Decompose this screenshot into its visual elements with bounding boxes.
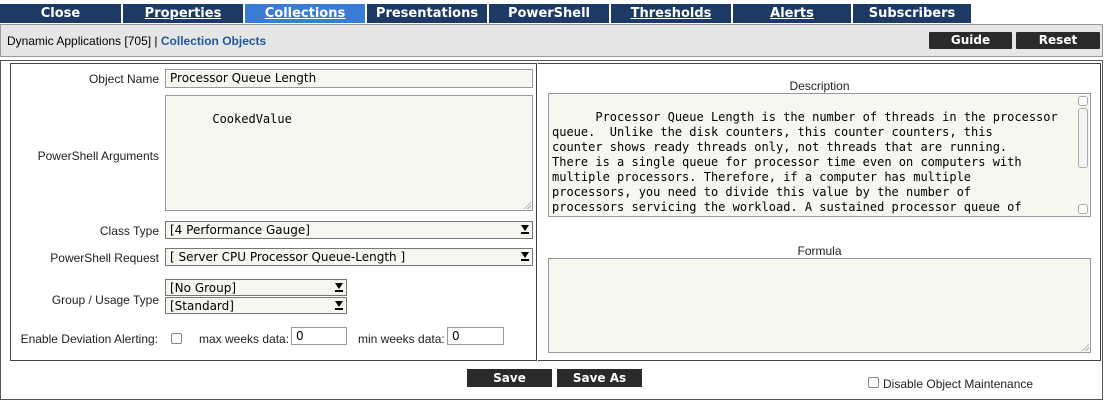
class-type-select[interactable]: [4 Performance Gauge] [165,221,533,239]
object-form: Object Name Processor Queue Length Power… [10,63,537,361]
tab-subscribers[interactable]: Subscribers [853,4,973,23]
tab-alerts-label: Alerts [770,6,814,21]
breadcrumb-current: Collection Objects [160,34,267,48]
main-panel: Object Name Processor Queue Length Power… [0,60,1103,400]
scroll-down-icon[interactable] [1078,204,1088,214]
description-textarea[interactable]: Processor Queue Length is the number of … [548,93,1091,217]
max-weeks-input[interactable]: 0 [291,327,347,345]
reset-button[interactable]: Reset [1016,32,1100,49]
save-as-button[interactable]: Save As [557,369,642,387]
formula-textarea[interactable] [548,258,1091,353]
ps-request-label: PowerShell Request [50,251,159,265]
min-weeks-input[interactable]: 0 [447,327,504,345]
tab-collections-label: Collections [264,6,346,21]
reset-button-label: Reset [1038,33,1078,47]
resize-grip-icon[interactable] [523,201,531,209]
usage-type-select[interactable]: [Standard] [165,297,347,314]
ps-arguments-text: CookedValue [212,112,292,126]
deviation-alerting-label: Enable Deviation Alerting: [20,332,158,346]
tab-subscribers-label: Subscribers [868,6,956,21]
max-weeks-label: max weeks data: [199,332,290,346]
ps-request-value: [ Server CPU Processor Queue-Length ] [170,250,406,264]
object-name-input[interactable]: Processor Queue Length [165,69,533,88]
tab-close[interactable]: Close [0,4,123,23]
min-weeks-label: min weeks data: [358,332,445,346]
tab-properties[interactable]: Properties [123,4,245,23]
class-type-label: Class Type [99,224,159,238]
tab-properties-label: Properties [144,6,222,21]
group-value: [No Group] [170,281,237,295]
scroll-up-icon[interactable] [1078,96,1088,106]
disable-maintenance-checkbox[interactable] [868,377,879,388]
ps-arguments-textarea[interactable]: CookedValue [165,95,533,211]
tab-powershell[interactable]: PowerShell [489,4,611,23]
resize-grip-icon[interactable] [1081,343,1089,351]
save-button-label: Save [493,371,526,385]
tab-collections[interactable]: Collections [245,4,367,23]
disable-maintenance-label: Disable Object Maintenance [883,377,1034,391]
ps-request-select[interactable]: [ Server CPU Processor Queue-Length ] [165,248,533,266]
breadcrumb-parent: Dynamic Applications [705] | [7,34,161,48]
ps-arguments-label: PowerShell Arguments [37,149,159,163]
class-type-value: [4 Performance Gauge] [170,223,310,237]
guide-button[interactable]: Guide [929,32,1012,49]
formula-label: Formula [797,244,842,258]
details-pane: Description Processor Queue Length is th… [538,63,1101,361]
save-button[interactable]: Save [467,369,552,387]
chevron-down-icon [335,283,343,292]
group-usage-label: Group / Usage Type [51,293,159,307]
tab-bar: Close Properties Collections Presentatio… [0,0,1113,25]
tab-presentations[interactable]: Presentations [367,4,489,23]
chevron-down-icon [521,252,529,261]
guide-button-label: Guide [950,33,991,47]
usage-type-value: [Standard] [170,299,234,313]
breadcrumb: Dynamic Applications [705] | Collection … [7,34,266,48]
chevron-down-icon [521,225,529,234]
object-name-label: Object Name [88,72,159,86]
description-scrollbar[interactable] [1078,96,1088,214]
tab-powershell-label: PowerShell [507,6,591,21]
tab-presentations-label: Presentations [375,6,479,21]
description-label: Description [789,79,850,93]
tab-thresholds-label: Thresholds [630,6,712,21]
tab-alerts[interactable]: Alerts [733,4,853,23]
tab-thresholds[interactable]: Thresholds [611,4,733,23]
deviation-alerting-checkbox[interactable] [171,333,182,344]
chevron-down-icon [335,301,343,310]
group-select[interactable]: [No Group] [165,279,347,296]
scroll-thumb[interactable] [1078,108,1088,168]
description-text: Processor Queue Length is the number of … [552,110,1058,216]
save-as-button-label: Save As [572,371,627,385]
tab-close-label: Close [40,6,81,21]
page-header: Dynamic Applications [705] | Collection … [0,24,1103,57]
